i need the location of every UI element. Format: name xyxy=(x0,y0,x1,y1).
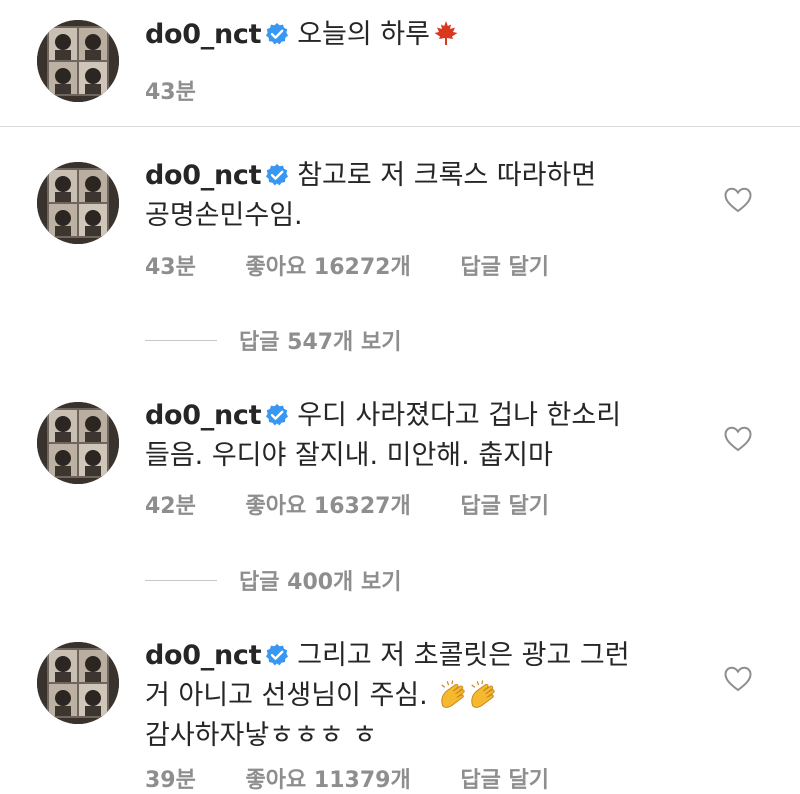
comment-text: do0_nct 그리고 저 초콜릿은 광고 그런 거 아니고 선생님이 주심. 감… xyxy=(145,636,705,756)
comment-line: 들음. 우디야 잘지내. 미안해. 춥지마 xyxy=(145,440,553,471)
comment-meta: 42분 좋아요 16327개 답글 달기 xyxy=(145,488,549,520)
reply-button[interactable]: 답글 달기 xyxy=(460,762,549,794)
reply-button[interactable]: 답글 달기 xyxy=(460,249,549,281)
comment-line: 그리고 저 초콜릿은 광고 그런 xyxy=(297,640,630,671)
comment: do0_nct 우디 사라졌다고 겁나 한소리 들음. 우디야 잘지내. 미안해.… xyxy=(145,396,705,476)
username[interactable]: do0_nct xyxy=(145,400,262,431)
like-heart-icon[interactable] xyxy=(724,666,752,692)
comment: do0_nct 그리고 저 초콜릿은 광고 그런 거 아니고 선생님이 주심. 감… xyxy=(145,636,705,756)
comment-meta: 39분 좋아요 11379개 답글 달기 xyxy=(145,762,549,794)
divider xyxy=(145,339,217,341)
comment-line: 거 아니고 선생님이 주심. xyxy=(145,680,428,711)
comment-text: do0_nct 우디 사라졌다고 겁나 한소리 들음. 우디야 잘지내. 미안해.… xyxy=(145,396,705,476)
likes-count[interactable]: 좋아요 11379개 xyxy=(246,762,411,794)
comment: do0_nct 참고로 저 크록스 따라하면 공명손민수임. xyxy=(145,156,705,236)
comment-line: 공명손민수임. xyxy=(145,200,303,231)
verified-badge-icon xyxy=(265,403,290,427)
timestamp: 43분 xyxy=(145,80,196,105)
view-replies-label: 답글 400개 보기 xyxy=(239,570,402,595)
likes-count[interactable]: 좋아요 16327개 xyxy=(246,488,411,520)
maple-leaf-icon xyxy=(432,19,460,47)
username[interactable]: do0_nct xyxy=(145,640,262,671)
like-heart-icon[interactable] xyxy=(724,187,752,213)
caption-body: 오늘의 하루 xyxy=(297,19,430,50)
timestamp: 43분 xyxy=(145,255,196,280)
view-replies-button[interactable]: 답글 400개 보기 xyxy=(145,564,401,596)
comment-text: do0_nct 참고로 저 크록스 따라하면 공명손민수임. xyxy=(145,156,705,236)
caption: do0_nct 오늘의 하루 xyxy=(145,15,705,55)
divider xyxy=(145,579,217,581)
caption-text: do0_nct 오늘의 하루 xyxy=(145,15,705,55)
comment-line: 우디 사라졌다고 겁나 한소리 xyxy=(297,400,622,431)
clapping-hands-icon xyxy=(438,680,466,708)
avatar[interactable] xyxy=(37,642,119,724)
comment-line: 참고로 저 크록스 따라하면 xyxy=(297,160,597,191)
view-replies-label: 답글 547개 보기 xyxy=(239,330,402,355)
comment-meta: 43분 좋아요 16272개 답글 달기 xyxy=(145,249,549,281)
avatar[interactable] xyxy=(37,402,119,484)
timestamp: 39분 xyxy=(145,768,196,793)
reply-button[interactable]: 답글 달기 xyxy=(460,488,549,520)
divider xyxy=(0,126,800,127)
username[interactable]: do0_nct xyxy=(145,160,262,191)
like-heart-icon[interactable] xyxy=(724,426,752,452)
view-replies-button[interactable]: 답글 547개 보기 xyxy=(145,324,401,356)
avatar[interactable] xyxy=(37,162,119,244)
verified-badge-icon xyxy=(265,22,290,46)
timestamp: 42분 xyxy=(145,494,196,519)
username[interactable]: do0_nct xyxy=(145,19,262,50)
clapping-hands-icon xyxy=(468,680,496,708)
likes-count[interactable]: 좋아요 16272개 xyxy=(246,249,411,281)
comment-line: 감사하자낳ㅎㅎㅎ ㅎ xyxy=(145,720,378,751)
verified-badge-icon xyxy=(265,163,290,187)
caption-meta: 43분 xyxy=(145,74,196,106)
avatar[interactable] xyxy=(37,20,119,102)
verified-badge-icon xyxy=(265,643,290,667)
